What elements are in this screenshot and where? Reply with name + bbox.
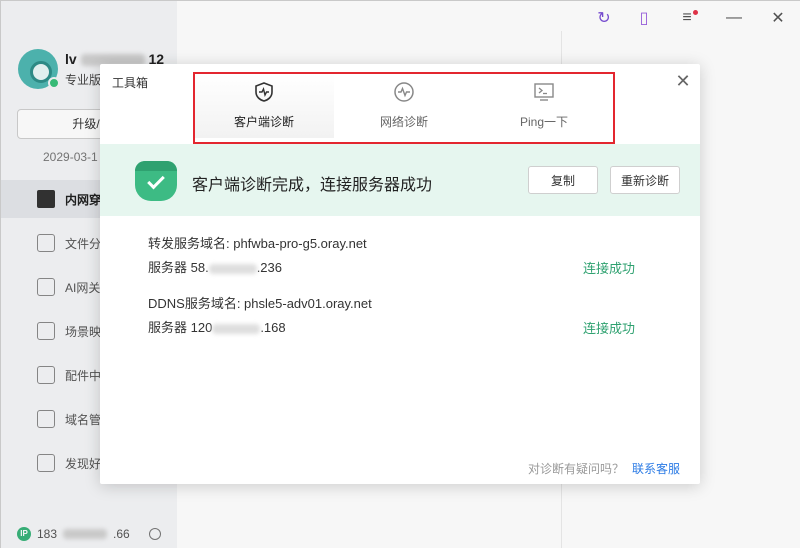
server-entry: DDNS服务域名: phsle5-adv01.oray.net 服务器 120.… <box>148 292 372 340</box>
server-address: 服务器 120 .168 <box>148 316 372 340</box>
server-suffix: .236 <box>256 260 282 275</box>
highlight-box <box>193 72 615 144</box>
close-icon[interactable]: ✕ <box>674 72 692 90</box>
shield-check-icon <box>135 161 177 201</box>
ip-mask <box>212 323 261 334</box>
server-domain: 转发服务域名: phfwba-pro-g5.oray.net <box>148 236 367 251</box>
server-entry: 转发服务域名: phfwba-pro-g5.oray.net 服务器 58. .2… <box>148 232 367 280</box>
server-prefix: 服务器 120 <box>148 320 213 335</box>
connection-status: 连接成功 <box>583 321 636 336</box>
connection-status: 连接成功 <box>583 261 636 276</box>
server-address: 服务器 58. .236 <box>148 256 367 280</box>
server-suffix: .168 <box>260 320 286 335</box>
status-banner: 客户端诊断完成，连接服务器成功 复制 重新诊断 <box>100 144 700 216</box>
rediagnose-button[interactable]: 重新诊断 <box>610 166 680 194</box>
copy-button[interactable]: 复制 <box>528 166 598 194</box>
server-prefix: 服务器 58. <box>148 260 209 275</box>
dialog-title: 工具箱 <box>112 76 149 90</box>
status-text: 客户端诊断完成，连接服务器成功 <box>192 177 433 194</box>
ip-mask <box>208 263 257 274</box>
toolbox-dialog: 工具箱 ✕ 客户端诊断 网络诊断 Ping一下 客户端诊断完成，连接服务器成功 … <box>100 64 700 484</box>
server-domain: DDNS服务域名: phsle5-adv01.oray.net <box>148 296 372 311</box>
footer-question: 对诊断有疑问吗？ <box>527 462 624 476</box>
contact-support-link[interactable]: 联系客服 <box>632 462 680 476</box>
dialog-footer: 对诊断有疑问吗？ 联系客服 <box>100 460 700 477</box>
